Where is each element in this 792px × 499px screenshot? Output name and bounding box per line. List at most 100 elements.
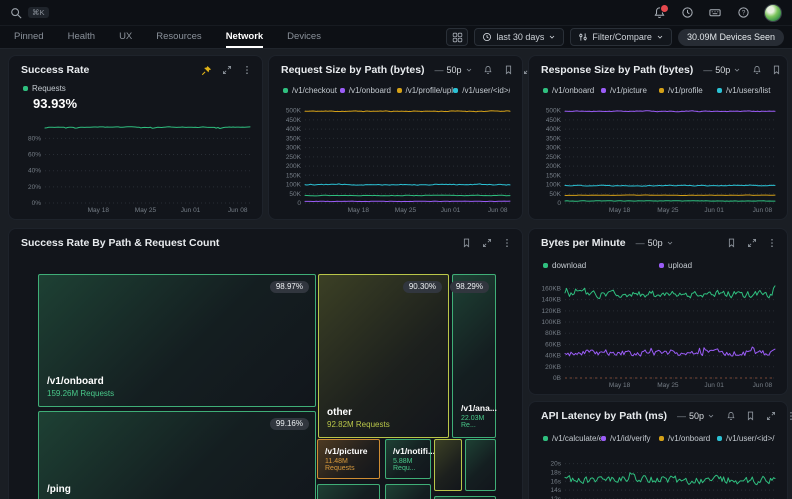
bookmark-icon[interactable]: [726, 238, 737, 249]
filter-icon: [578, 32, 588, 42]
history-clock-icon[interactable]: [680, 6, 694, 20]
dashboard-layout-button[interactable]: [446, 28, 468, 46]
tab-devices[interactable]: Devices: [287, 26, 321, 48]
treemap-tile-analytics[interactable]: 98.29%/v1/ana...22.03M Re...: [452, 274, 496, 438]
svg-text:400K: 400K: [546, 126, 562, 133]
legend-dot: [340, 88, 345, 93]
filter-compare-label: Filter/Compare: [592, 32, 652, 42]
tab-network[interactable]: Network: [226, 26, 263, 48]
svg-text:140KB: 140KB: [541, 297, 561, 304]
legend-item[interactable]: Requests: [23, 84, 250, 93]
legend-item[interactable]: /v1/onboard: [659, 434, 717, 443]
treemap-tile-other[interactable]: 90.30%other92.82M Requests: [318, 274, 449, 438]
notifications-bell-icon[interactable]: [652, 6, 666, 20]
percentile-select[interactable]: — 50p: [677, 411, 715, 421]
legend-item[interactable]: /v1/checkout: [283, 86, 340, 95]
legend-dot: [717, 436, 722, 441]
user-avatar[interactable]: [764, 4, 782, 22]
svg-text:450K: 450K: [546, 117, 562, 124]
tab-ux[interactable]: UX: [119, 26, 132, 48]
legend-item[interactable]: download: [543, 261, 659, 270]
legend: /v1/calculate/eta/v1/id/verify/v1/onboar…: [543, 434, 775, 443]
success-rate-value: 93.93%: [33, 96, 77, 111]
treemap-tile-notifications[interactable]: /v1/notifi...5.88M Requ...: [385, 439, 431, 479]
card-success-rate: Success Rate Requests 93.93% 0%20%40%60%…: [8, 55, 263, 220]
legend-item[interactable]: /v1/user/<id>/rem...: [717, 434, 775, 443]
legend-item[interactable]: /v1/onboard: [543, 86, 601, 95]
svg-text:60%: 60%: [28, 152, 41, 159]
time-range-select[interactable]: last 30 days: [474, 28, 564, 46]
treemap-tile-ping[interactable]: 99.16%/ping: [38, 411, 316, 499]
treemap-tile-onboard[interactable]: 98.97%/v1/onboard159.26M Requests: [38, 274, 316, 407]
bookmark-icon[interactable]: [503, 65, 514, 76]
kebab-menu-icon[interactable]: [241, 65, 252, 76]
topbar-icons: ?: [652, 4, 782, 22]
tab-resources[interactable]: Resources: [156, 26, 201, 48]
percentile-select[interactable]: — 50p: [435, 65, 473, 75]
svg-text:250K: 250K: [546, 154, 562, 161]
treemap-tile-tile-10[interactable]: [385, 484, 431, 499]
legend-item[interactable]: upload: [659, 261, 775, 270]
legend-item[interactable]: /v1/user/<id>/profile: [453, 86, 510, 95]
success-rate-chart[interactable]: 0%20%40%60%80%May 18May 25Jun 01Jun 08: [15, 114, 256, 215]
legend-item[interactable]: /v1/profile/upload: [397, 86, 454, 95]
expand-icon[interactable]: [481, 238, 492, 249]
bookmark-icon[interactable]: [771, 65, 782, 76]
card-title: Success Rate: [21, 64, 89, 76]
kebab-menu-icon[interactable]: [785, 411, 792, 422]
treemap-tile-label: /ping: [47, 484, 71, 495]
tab-health[interactable]: Health: [68, 26, 95, 48]
bookmark-icon[interactable]: [745, 411, 756, 422]
search-button[interactable]: ⌘K: [10, 7, 49, 19]
treemap-tile-tile-8[interactable]: [465, 439, 496, 491]
kebab-menu-icon[interactable]: [766, 238, 777, 249]
svg-text:300K: 300K: [546, 145, 562, 152]
svg-text:0: 0: [557, 200, 561, 207]
svg-text:May 25: May 25: [657, 207, 679, 214]
chevron-down-icon: [548, 33, 556, 41]
bytes-per-minute-chart[interactable]: 0B20KB40KB60KB80KB100KB120KB140KB160KBMa…: [535, 279, 781, 390]
response-size-chart[interactable]: 050K100K150K200K250K300K350K400K450K500K…: [535, 102, 781, 215]
help-icon[interactable]: ?: [736, 6, 750, 20]
treemap-tile-tile-9[interactable]: [317, 484, 380, 499]
request-size-chart[interactable]: 050K100K150K200K250K300K350K400K450K500K…: [275, 102, 516, 215]
bookmark-icon[interactable]: [461, 238, 472, 249]
kebab-menu-icon[interactable]: [501, 238, 512, 249]
percentile-select[interactable]: — 50p: [636, 238, 674, 248]
treemap-tile-label: /v1/picture: [325, 446, 379, 456]
alert-icon[interactable]: [751, 65, 762, 76]
legend-item[interactable]: /v1/profile: [659, 86, 717, 95]
svg-text:May 25: May 25: [395, 207, 417, 214]
treemap-tile-requests: 11.48M Requests: [325, 458, 379, 472]
expand-icon[interactable]: [221, 65, 232, 76]
expand-icon[interactable]: [746, 238, 757, 249]
legend-item[interactable]: /v1/calculate/eta: [543, 434, 601, 443]
svg-text:May 25: May 25: [135, 207, 157, 214]
svg-text:100K: 100K: [286, 182, 302, 189]
treemap-tile-picture[interactable]: /v1/picture 11.48M Requests: [317, 439, 380, 479]
legend-item[interactable]: /v1/onboard: [340, 86, 397, 95]
card-title: Bytes per Minute: [541, 237, 626, 249]
legend-item[interactable]: /v1/picture: [601, 86, 659, 95]
api-latency-chart[interactable]: 12s14s16s18s20sMay 18May 25Jun 01Jun 08: [535, 452, 781, 499]
legend-item[interactable]: /v1/id/verify: [601, 434, 659, 443]
pin-icon[interactable]: [201, 65, 212, 76]
percentile-select[interactable]: — 50p: [703, 65, 741, 75]
svg-text:50K: 50K: [549, 191, 561, 198]
legend-dot: [659, 436, 664, 441]
legend-item[interactable]: /v1/users/list: [717, 86, 775, 95]
tab-pinned[interactable]: Pinned: [14, 26, 44, 48]
treemap-tile-tile-7[interactable]: [434, 439, 462, 491]
svg-text:?: ?: [741, 10, 745, 17]
alert-icon[interactable]: [483, 65, 494, 76]
keyboard-icon[interactable]: [708, 6, 722, 20]
filter-compare-button[interactable]: Filter/Compare: [570, 28, 672, 46]
expand-icon[interactable]: [765, 411, 776, 422]
alert-icon[interactable]: [725, 411, 736, 422]
treemap-tile-label: /v1/onboard: [47, 376, 114, 387]
legend: Requests: [23, 84, 250, 93]
chevron-down-icon: [656, 33, 664, 41]
devices-seen-badge[interactable]: 30.09M Devices Seen: [678, 29, 784, 46]
svg-text:May 18: May 18: [348, 207, 370, 214]
svg-text:200K: 200K: [546, 163, 562, 170]
